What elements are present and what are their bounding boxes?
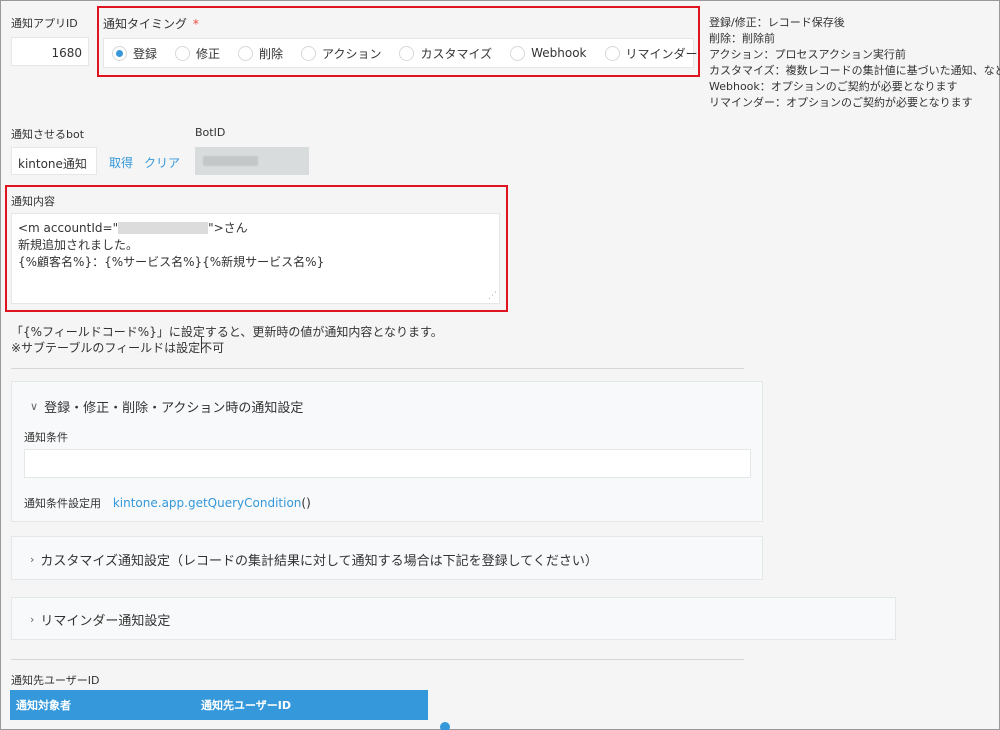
timing-highlight-box [97,6,700,77]
query-condition-link[interactable]: kintone.app.getQueryCondition [113,496,302,510]
bot-label: 通知させるbot [11,128,85,141]
timing-note: Webhook：オプションのご契約が必要となります [709,80,958,93]
table-header-user-id: 通知先ユーザーID [195,690,428,720]
customize-settings-toggle[interactable]: › カスタマイズ通知設定（レコードの集計結果に対して通知する場合は下記を登録して… [30,550,598,569]
content-highlight-box [5,185,508,312]
table-header-target: 通知対象者 [10,690,195,720]
timing-note: 登録/修正：レコード保存後 [709,16,845,29]
condition-input[interactable] [24,449,751,478]
timing-note: 削除：削除前 [709,32,775,45]
divider [11,659,744,660]
app-id-input[interactable]: 1680 [11,37,89,66]
bot-get-link[interactable]: 取得 [109,154,133,171]
app-id-label: 通知アプリID [11,17,78,30]
chevron-down-icon: ∨ [30,400,39,413]
bot-input[interactable]: kintone通知 [11,147,97,175]
reminder-settings-panel: › リマインダー通知設定 [11,597,896,640]
botid-field [195,147,309,175]
reminder-settings-toggle[interactable]: › リマインダー通知設定 [30,610,170,629]
divider [11,368,744,369]
register-settings-toggle[interactable]: ∨ 登録・修正・削除・アクション時の通知設定 [30,397,303,416]
help-text: ※サブテーブルのフィールドは設定不可 [11,341,225,355]
add-row-icon[interactable] [440,722,450,730]
register-settings-panel: ∨ 登録・修正・削除・アクション時の通知設定 通知条件 通知条件設定用 kint… [11,381,763,522]
condition-label: 通知条件 [24,431,68,444]
timing-note: カスタマイズ：複数レコードの集計値に基づいた通知、など [709,64,1000,77]
chevron-right-icon: › [30,613,35,626]
condition-helper: 通知条件設定用 kintone.app.getQueryCondition() [24,496,311,510]
timing-note: リマインダー：オプションのご契約が必要となります [709,96,973,109]
recipients-label: 通知先ユーザーID [11,674,100,687]
chevron-right-icon: › [30,553,35,566]
botid-label: BotID [195,126,226,139]
redacted-text [203,156,258,166]
timing-note: アクション：プロセスアクション実行前 [709,48,906,61]
help-text: 「{%フィールドコード%}」に設定すると、更新時の値が通知内容となります。 [11,325,443,339]
bot-clear-link[interactable]: クリア [144,154,180,171]
customize-settings-panel: › カスタマイズ通知設定（レコードの集計結果に対して通知する場合は下記を登録して… [11,536,763,580]
text-cursor [201,337,202,353]
